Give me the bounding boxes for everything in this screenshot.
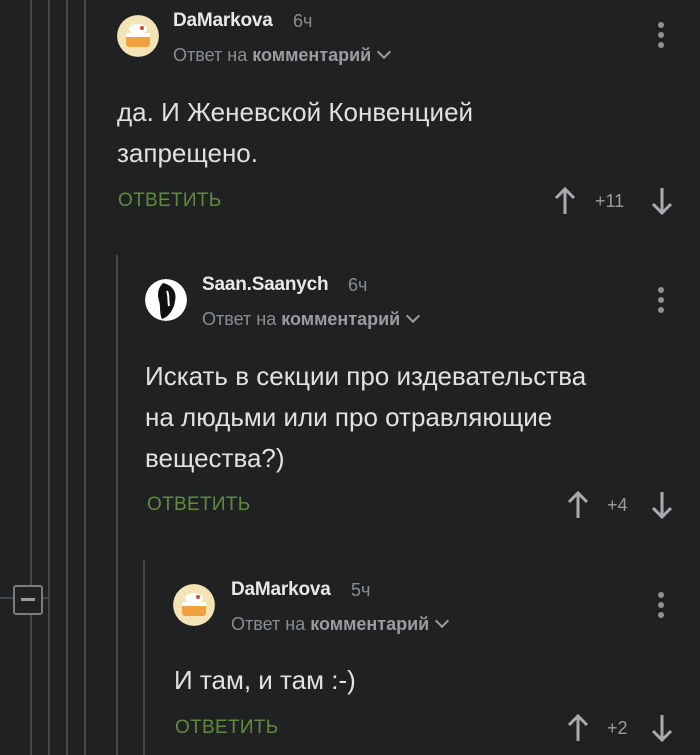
avatar[interactable] (117, 15, 159, 57)
thread-line-4 (84, 0, 86, 755)
reply-prefix: Ответ на (202, 309, 277, 329)
thread-line-5 (116, 255, 118, 755)
arrow-up-icon[interactable] (553, 186, 577, 216)
thread-line-1 (30, 0, 32, 755)
comment-score: +2 (607, 718, 628, 738)
thread-line-2 (48, 0, 50, 755)
cake-avatar-icon (173, 584, 215, 626)
reply-target: комментарий (252, 45, 372, 65)
body-line: Искать в секции про издевательства (145, 361, 587, 391)
arrow-down-icon[interactable] (650, 490, 674, 520)
answer-button[interactable]: ОТВЕТИТЬ (118, 190, 221, 212)
collapse-thread-button[interactable] (13, 585, 43, 615)
thread-line-6 (143, 560, 145, 755)
avatar[interactable] (173, 584, 215, 626)
arrow-down-icon[interactable] (650, 713, 674, 743)
comment-body: Искать в секции про издевательства на лю… (145, 356, 586, 479)
arrow-down-icon[interactable] (650, 186, 674, 216)
cake-avatar-icon (117, 15, 159, 57)
comment-time: 5ч (351, 580, 371, 600)
face-silhouette-avatar-icon (145, 279, 187, 321)
reply-prefix: Ответ на (173, 45, 248, 65)
comment-time: 6ч (293, 11, 313, 31)
arrow-up-icon[interactable] (566, 490, 590, 520)
reply-to-link[interactable]: Ответ на комментарий (173, 44, 392, 66)
answer-button[interactable]: ОТВЕТИТЬ (175, 717, 278, 739)
avatar[interactable] (145, 279, 187, 321)
author-name[interactable]: Saan.Saanych (202, 274, 329, 296)
reply-prefix: Ответ на (231, 614, 306, 634)
reply-to-link[interactable]: Ответ на комментарий (202, 308, 421, 330)
reply-target: комментарий (281, 309, 401, 329)
reply-target: комментарий (310, 614, 430, 634)
chevron-down-icon (377, 44, 392, 60)
body-line: на людьми или про отравляющие (145, 402, 553, 432)
comment-time: 6ч (348, 275, 368, 295)
answer-button[interactable]: ОТВЕТИТЬ (147, 494, 250, 516)
author-name[interactable]: DaMarkova (173, 10, 273, 32)
more-vertical-icon[interactable] (658, 592, 666, 622)
thread-line-3 (66, 0, 68, 755)
comment-score: +4 (607, 495, 628, 515)
chevron-down-icon (406, 308, 421, 324)
more-vertical-icon[interactable] (658, 22, 666, 52)
body-line: да. И Женевской Конвенцией (117, 97, 474, 127)
body-line: вещества?) (145, 443, 285, 473)
comment-score: +11 (595, 191, 625, 211)
reply-to-link[interactable]: Ответ на комментарий (231, 613, 450, 635)
comment-body: И там, и там :-) (174, 660, 356, 701)
comment-body: да. И Женевской Конвенцией запрещено. (117, 92, 473, 174)
arrow-up-icon[interactable] (566, 713, 590, 743)
body-line: И там, и там :-) (174, 665, 356, 695)
chevron-down-icon (435, 613, 450, 629)
more-vertical-icon[interactable] (658, 287, 666, 317)
author-name[interactable]: DaMarkova (231, 579, 331, 601)
body-line: запрещено. (117, 138, 258, 168)
collapse-thread-icon (21, 598, 35, 601)
